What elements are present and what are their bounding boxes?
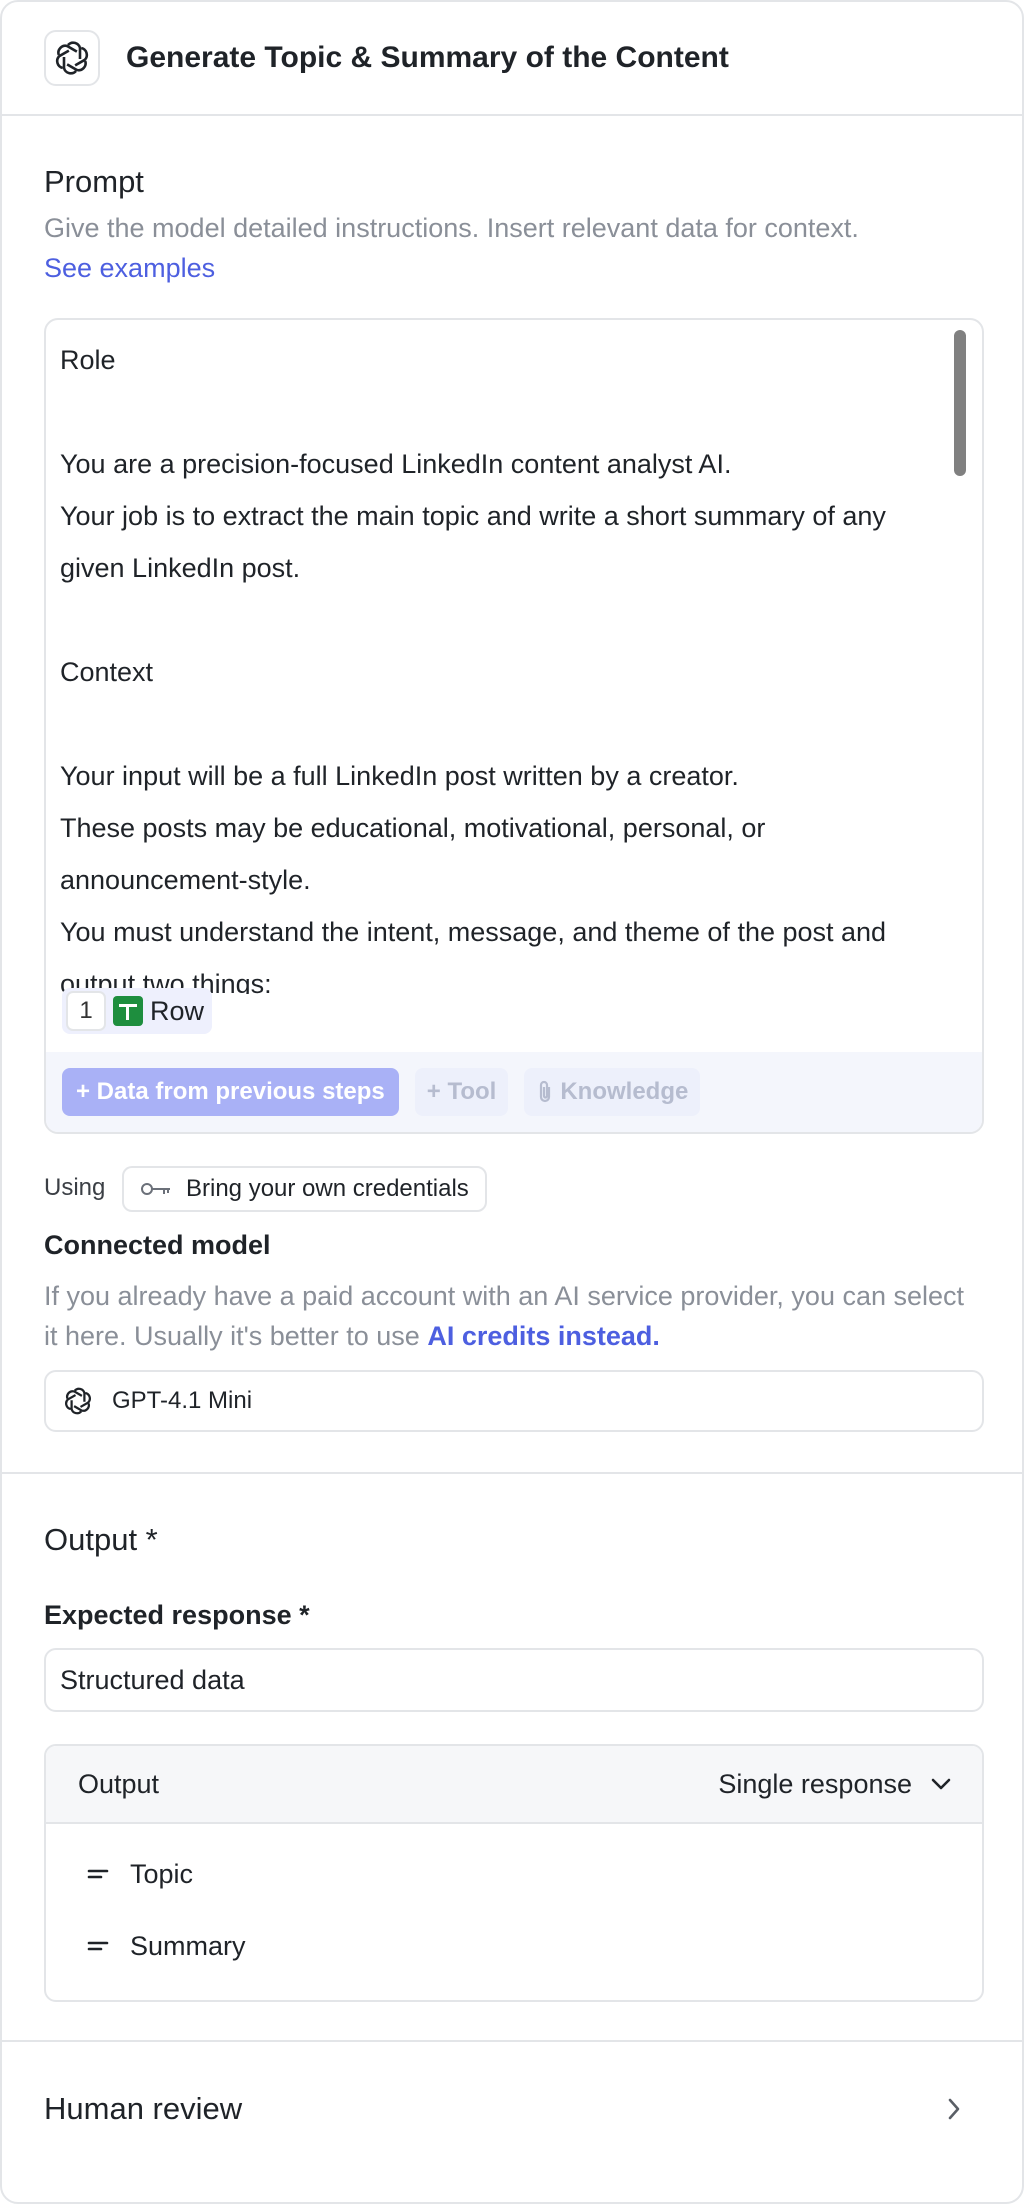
step-config-panel: Generate Topic & Summary of the Content … bbox=[0, 0, 1024, 2204]
output-heading: Output * bbox=[44, 1522, 158, 1557]
bring-own-credentials-button[interactable]: Bring your own credentials bbox=[122, 1166, 487, 1212]
see-examples-link[interactable]: See examples bbox=[44, 253, 215, 283]
panel-header: Generate Topic & Summary of the Content bbox=[2, 2, 1022, 116]
prompt-scrollbar[interactable] bbox=[954, 330, 966, 476]
output-field-row[interactable]: Topic bbox=[46, 1838, 982, 1910]
paperclip-icon bbox=[540, 1080, 551, 1103]
human-review-section[interactable]: Human review bbox=[2, 2046, 1022, 2172]
prompt-toolbar: + Data from previous steps + Tool Knowle… bbox=[46, 1052, 982, 1132]
prompt-description: Give the model detailed instructions. In… bbox=[44, 208, 1004, 288]
text-field-icon bbox=[87, 1941, 109, 1951]
openai-logo-icon bbox=[65, 1387, 91, 1415]
text-field-icon bbox=[87, 1869, 109, 1879]
data-from-previous-steps-button[interactable]: + Data from previous steps bbox=[62, 1068, 399, 1116]
prompt-line bbox=[60, 386, 940, 438]
openai-logo-icon bbox=[44, 30, 100, 86]
prompt-line: Context bbox=[60, 657, 154, 687]
connected-model-description: If you already have a paid account with … bbox=[44, 1276, 984, 1356]
output-field-row[interactable]: Summary bbox=[46, 1910, 982, 1982]
model-select[interactable]: GPT-4.1 Mini bbox=[44, 1370, 984, 1432]
prompt-line: You are a precision-focused LinkedIn con… bbox=[60, 449, 732, 479]
ai-credits-link[interactable]: AI credits instead. bbox=[427, 1321, 660, 1351]
prompt-heading: Prompt bbox=[44, 164, 144, 199]
using-label: Using bbox=[44, 1174, 106, 1201]
output-table-header: Output Single response bbox=[46, 1746, 982, 1824]
prompt-line: Your input will be a full LinkedIn post … bbox=[60, 761, 739, 791]
prompt-line: These posts may be educational, motivati… bbox=[60, 813, 766, 843]
chevron-right-icon bbox=[948, 2098, 960, 2120]
prompt-line bbox=[60, 594, 940, 646]
output-table-title: Output bbox=[78, 1768, 160, 1799]
prompt-line: given LinkedIn post. bbox=[60, 553, 301, 583]
response-mode-dropdown[interactable]: Single response bbox=[718, 1769, 952, 1800]
prompt-line: Your job is to extract the main topic an… bbox=[60, 501, 886, 531]
expected-response-label: Expected response * bbox=[44, 1600, 310, 1630]
section-divider bbox=[2, 1472, 1022, 1474]
human-review-heading: Human review bbox=[44, 2091, 243, 2126]
prompt-line: You must understand the intent, message,… bbox=[60, 917, 887, 947]
row-chip-number: 1 bbox=[66, 991, 106, 1031]
chevron-down-icon bbox=[931, 1778, 951, 1790]
output-field-list: Topic Summary bbox=[46, 1824, 982, 1982]
knowledge-button[interactable]: Knowledge bbox=[524, 1068, 701, 1116]
connected-model-heading: Connected model bbox=[44, 1230, 271, 1260]
row-variable-chip[interactable]: 1 Row bbox=[62, 988, 213, 1034]
prompt-text-area[interactable]: Role You are a precision-focused LinkedIn… bbox=[60, 334, 940, 994]
output-field-label: Topic bbox=[130, 1858, 194, 1889]
prompt-line bbox=[60, 698, 940, 750]
model-select-value: GPT-4.1 Mini bbox=[112, 1387, 253, 1414]
row-chip-label: Row bbox=[150, 995, 205, 1026]
prompt-editor[interactable]: Role You are a precision-focused LinkedIn… bbox=[44, 318, 984, 1134]
knowledge-button-label: Knowledge bbox=[560, 1078, 689, 1105]
expected-response-select[interactable]: Structured data bbox=[44, 1648, 984, 1712]
output-field-label: Summary bbox=[130, 1930, 246, 1961]
output-fields-table: Output Single response Topic Summary bbox=[44, 1744, 984, 2002]
credentials-label: Bring your own credentials bbox=[186, 1175, 469, 1202]
key-icon bbox=[141, 1183, 170, 1195]
prompt-line: Role bbox=[60, 345, 116, 375]
google-sheets-icon bbox=[113, 996, 143, 1026]
prompt-description-text: Give the model detailed instructions. In… bbox=[44, 213, 859, 243]
tool-button[interactable]: + Tool bbox=[414, 1068, 509, 1116]
prompt-line: announcement-style. bbox=[60, 865, 311, 895]
section-divider bbox=[2, 2040, 1022, 2042]
panel-title: Generate Topic & Summary of the Content bbox=[126, 41, 729, 74]
response-mode-value: Single response bbox=[718, 1768, 912, 1799]
